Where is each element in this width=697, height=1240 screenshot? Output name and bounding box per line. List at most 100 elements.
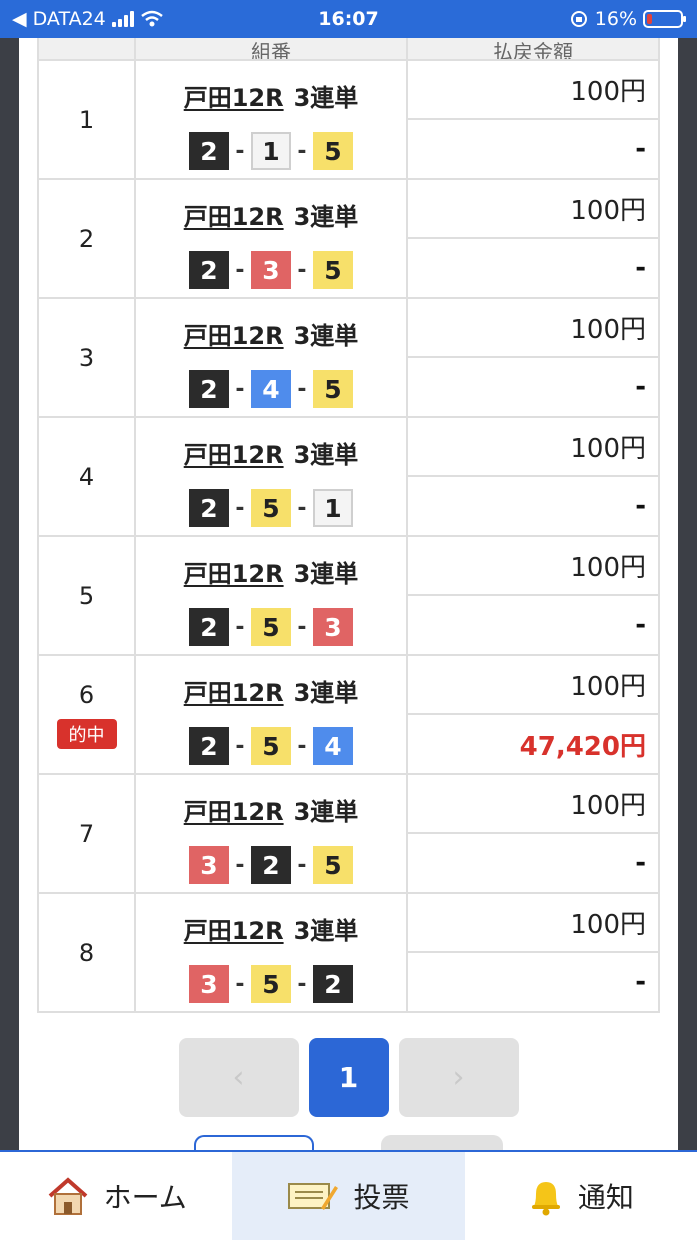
bet-type: 3連単 xyxy=(293,679,359,707)
boat-combination: 2-1-5 xyxy=(136,132,406,170)
bell-icon xyxy=(528,1176,564,1216)
table-header-row: 組番 払戻金額 xyxy=(37,38,660,61)
battery-level xyxy=(647,14,652,24)
boat-separator: - xyxy=(235,733,245,759)
boat-combination: 2-5-3 xyxy=(136,608,406,646)
payout-amount: - xyxy=(406,475,660,537)
bet-type: 3連単 xyxy=(293,560,359,588)
page-1-button[interactable]: 1 xyxy=(308,1038,389,1117)
table-row: 3 戸田12R 3連単 2-4-5 100円 xyxy=(37,297,660,418)
payout-amount: - xyxy=(406,356,660,418)
next-page-button[interactable]: › xyxy=(398,1038,519,1117)
backdrop-left[interactable] xyxy=(0,38,19,1150)
stake-amount: 100円 xyxy=(406,416,660,477)
row-number-cell: 4 xyxy=(37,416,136,537)
boat-separator: - xyxy=(235,138,245,164)
boat-number-badge: 2 xyxy=(251,846,291,884)
bet-type: 3連単 xyxy=(293,917,359,945)
race-name-link[interactable]: 戸田12R xyxy=(184,316,284,350)
bet-type: 3連単 xyxy=(293,322,359,350)
boat-number-badge: 2 xyxy=(189,489,229,527)
backdrop-right[interactable] xyxy=(678,38,697,1150)
nav-vote[interactable]: 投票 xyxy=(232,1152,465,1240)
nav-notify[interactable]: 通知 xyxy=(465,1152,697,1240)
race-line: 戸田12R 3連単 xyxy=(136,435,406,469)
combination-cell: 戸田12R 3連単 3-2-5 xyxy=(134,773,408,894)
boat-number-badge: 5 xyxy=(251,965,291,1003)
race-name-link[interactable]: 戸田12R xyxy=(184,197,284,231)
pagination: ‹ 1 › xyxy=(19,1038,678,1117)
payout-amount: - xyxy=(406,951,660,1013)
row-number: 2 xyxy=(78,224,95,253)
nav-notify-label: 通知 xyxy=(577,1181,634,1214)
nav-home-label: ホーム xyxy=(103,1181,187,1214)
race-name-link[interactable]: 戸田12R xyxy=(184,435,284,469)
prev-page-button[interactable]: ‹ xyxy=(178,1038,299,1117)
boat-number-badge: 2 xyxy=(189,608,229,646)
battery-percent: 16% xyxy=(594,8,637,30)
nav-home[interactable]: ホーム xyxy=(0,1152,232,1240)
bet-type: 3連単 xyxy=(293,84,359,112)
boat-number-badge: 4 xyxy=(251,370,291,408)
boat-separator: - xyxy=(235,257,245,283)
primary-action-button[interactable] xyxy=(194,1135,314,1150)
race-line: 戸田12R 3連単 xyxy=(136,554,406,588)
bet-type: 3連単 xyxy=(293,798,359,826)
boat-separator: - xyxy=(297,376,307,402)
boat-number-badge: 3 xyxy=(251,251,291,289)
boat-number-badge: 5 xyxy=(313,132,353,170)
boat-separator: - xyxy=(235,971,245,997)
combination-cell: 戸田12R 3連単 3-5-2 xyxy=(134,892,408,1013)
payout-amount: - xyxy=(406,594,660,656)
header-amount: 払戻金額 xyxy=(406,38,660,61)
boat-separator: - xyxy=(297,257,307,283)
race-name-link[interactable]: 戸田12R xyxy=(184,911,284,945)
race-name-link[interactable]: 戸田12R xyxy=(184,78,284,112)
boat-number-badge: 5 xyxy=(251,489,291,527)
payout-amount: - xyxy=(406,237,660,299)
boat-number-badge: 3 xyxy=(189,846,229,884)
boat-separator: - xyxy=(235,376,245,402)
boat-combination: 2-4-5 xyxy=(136,370,406,408)
race-line: 戸田12R 3連単 xyxy=(136,197,406,231)
rotation-lock-icon xyxy=(570,11,587,27)
bet-table: 組番 払戻金額 1 戸田12R 3連単 2-1-5 100円 -2 戸田12R 3連単 2-3-… xyxy=(37,38,660,1013)
table-row: 8 戸田12R 3連単 3-5-2 100円 xyxy=(37,892,660,1013)
boat-number-badge: 5 xyxy=(313,370,353,408)
row-number: 3 xyxy=(78,343,95,372)
boat-separator: - xyxy=(297,138,307,164)
bottom-nav: ホーム 投票 通知 xyxy=(0,1150,697,1240)
race-name-link[interactable]: 戸田12R xyxy=(184,673,284,707)
payout-amount: - xyxy=(406,118,660,180)
table-row: 1 戸田12R 3連単 2-1-5 100円 xyxy=(37,59,660,180)
boat-number-badge: 5 xyxy=(313,846,353,884)
boat-combination: 2-5-1 xyxy=(136,489,406,527)
boat-number-badge: 3 xyxy=(189,965,229,1003)
status-bar: ◀ DATA24 16:07 16% xyxy=(0,0,697,38)
boat-combination: 2-5-4 xyxy=(136,727,406,765)
boat-number-badge: 1 xyxy=(313,489,353,527)
combination-cell: 戸田12R 3連単 2-5-3 xyxy=(134,535,408,656)
combination-cell: 戸田12R 3連単 2-1-5 xyxy=(134,59,408,180)
home-icon xyxy=(46,1176,90,1216)
secondary-action-button[interactable] xyxy=(381,1135,503,1150)
stake-amount: 100円 xyxy=(406,178,660,239)
race-name-link[interactable]: 戸田12R xyxy=(184,554,284,588)
boat-number-badge: 4 xyxy=(313,727,353,765)
boat-number-badge: 2 xyxy=(189,251,229,289)
boat-number-badge: 3 xyxy=(313,608,353,646)
boat-separator: - xyxy=(297,495,307,521)
stake-amount: 100円 xyxy=(406,297,660,358)
payout-amount: - xyxy=(406,832,660,894)
bet-type: 3連単 xyxy=(293,203,359,231)
table-row: 6 的中 戸田12R 3連単 2-5-4 100円 xyxy=(37,654,660,775)
stake-amount: 100円 xyxy=(406,535,660,596)
boat-separator: - xyxy=(235,495,245,521)
row-number: 8 xyxy=(78,938,95,967)
race-name-link[interactable]: 戸田12R xyxy=(184,792,284,826)
table-row: 7 戸田12R 3連単 3-2-5 100円 xyxy=(37,773,660,894)
bet-type: 3連単 xyxy=(293,441,359,469)
row-number-cell: 5 xyxy=(37,535,136,656)
ticket-icon xyxy=(287,1178,339,1214)
boat-combination: 3-2-5 xyxy=(136,846,406,884)
